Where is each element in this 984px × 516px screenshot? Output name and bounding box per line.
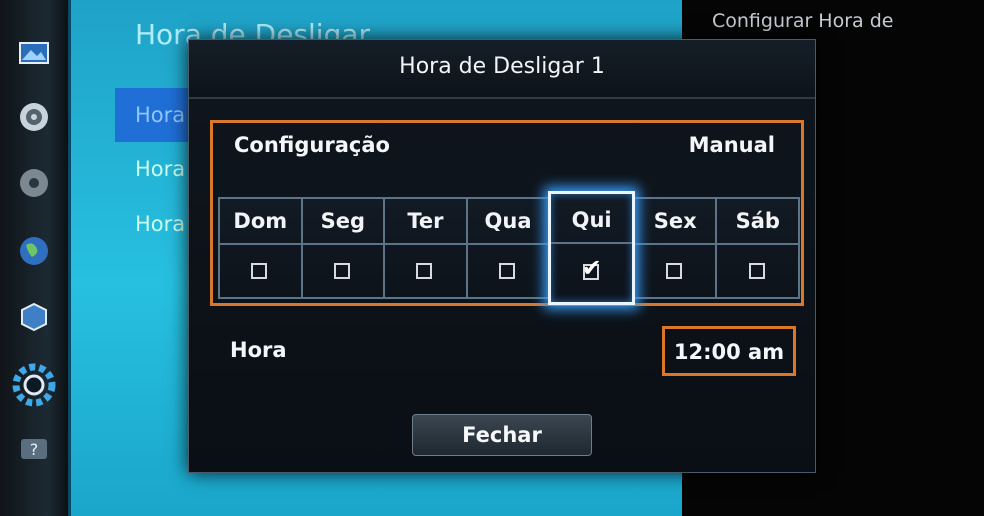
sleep-timer-dialog: Hora de Desligar 1 Configuração Manual D… [188,39,816,473]
day-label: Qui [551,198,632,244]
day-cell-sex[interactable]: Sex [632,197,718,299]
time-field[interactable]: 12:00 am [662,326,796,376]
day-checkbox[interactable] [251,263,268,279]
broadcast-icon[interactable] [15,164,53,202]
day-selector: Dom Seg Ter Qua Qui ✔ Sex Sáb [218,191,801,305]
configuration-section: Configuração Manual Dom Seg Ter Qua Qui [210,120,804,306]
close-button[interactable]: Fechar [412,414,592,456]
day-label: Ter [385,199,466,245]
configuration-label: Configuração [234,133,390,157]
day-cell-seg[interactable]: Seg [300,197,386,299]
day-checkbox[interactable] [499,263,516,279]
day-label: Qua [467,199,549,245]
day-cell-sab[interactable]: Sáb [715,197,801,299]
side-menu-rail: ? [0,0,68,516]
network-icon[interactable] [15,232,53,270]
day-cell-dom[interactable]: Dom [218,197,303,299]
day-checkbox[interactable] [748,263,765,279]
dialog-header: Hora de Desligar 1 [189,40,815,99]
sound-icon[interactable] [15,98,53,136]
support-icon[interactable]: ? [15,432,53,470]
smart-hub-icon[interactable] [15,298,53,336]
day-cell-ter[interactable]: Ter [383,197,468,299]
day-checkbox[interactable] [333,263,350,279]
day-label: Seg [302,199,384,245]
day-label: Dom [220,199,301,245]
day-checkbox[interactable] [416,263,433,279]
day-cell-qui[interactable]: Qui ✔ [548,191,635,305]
svg-text:?: ? [30,440,39,459]
day-label: Sex [634,199,716,245]
time-label: Hora [230,338,287,362]
day-checkbox[interactable] [666,263,683,279]
configuration-value[interactable]: Manual [689,133,775,157]
info-panel-text: Configurar Hora de [712,10,894,32]
picture-icon[interactable] [15,34,53,72]
day-label: Sáb [717,199,799,245]
day-cell-qua[interactable]: Qua [465,197,551,299]
time-value: 12:00 am [673,340,785,364]
settings-icon[interactable] [11,362,57,408]
checkmark-icon: ✔ [581,254,602,282]
dialog-title: Hora de Desligar 1 [399,54,605,79]
